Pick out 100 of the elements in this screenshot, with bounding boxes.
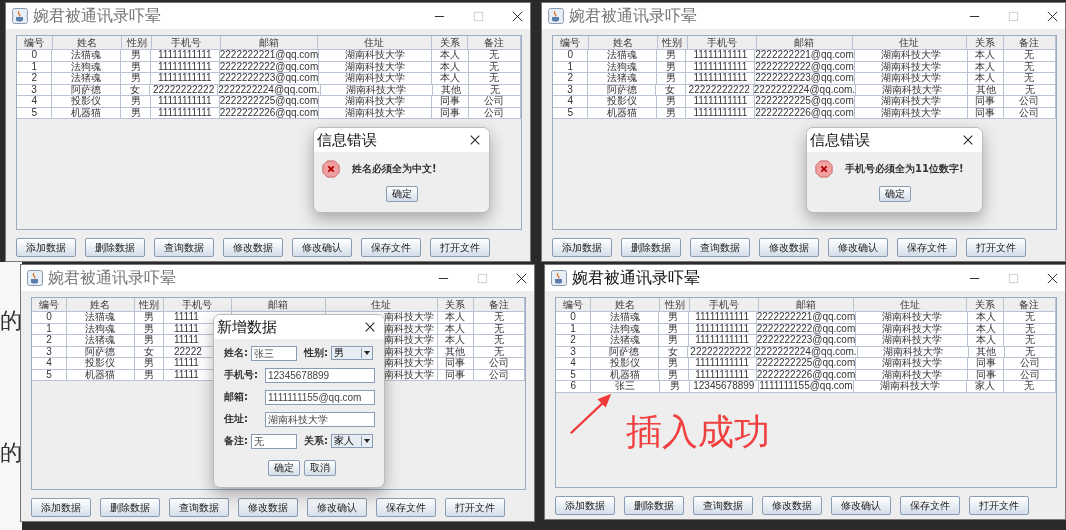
- ok-button[interactable]: 确定: [878, 186, 911, 202]
- dropdown[interactable]: 男: [331, 346, 373, 360]
- input-field[interactable]: 张三: [251, 345, 297, 361]
- action-button[interactable]: 添加数据: [552, 238, 612, 257]
- ok-button[interactable]: 确定: [385, 186, 418, 202]
- table-cell: 5: [553, 107, 589, 119]
- action-button[interactable]: 修改数据: [223, 238, 283, 257]
- action-button[interactable]: 添加数据: [31, 498, 91, 517]
- table-cell: 湖南科技大学: [854, 107, 968, 119]
- action-button[interactable]: 保存文件: [897, 238, 957, 257]
- field-label: 备注:: [224, 435, 248, 447]
- table-cell: 11111111111: [686, 96, 756, 108]
- action-button[interactable]: 修改确认: [831, 496, 891, 515]
- action-button[interactable]: 修改数据: [238, 498, 298, 517]
- table-cell: 本人: [968, 312, 1005, 324]
- dropdown[interactable]: 家人: [331, 434, 373, 448]
- table-cell: 家人: [967, 381, 1004, 393]
- table-cell: 男: [121, 50, 151, 62]
- table-cell: 4: [556, 358, 592, 370]
- table-cell: 男: [659, 358, 689, 370]
- table-cell: 投影仪: [588, 96, 658, 108]
- action-button[interactable]: 查询数据: [693, 496, 753, 515]
- table-cell: 湖南科技大学: [854, 96, 968, 108]
- action-button[interactable]: 修改确认: [292, 238, 352, 257]
- window-title: 婉君被通讯录吓晕: [48, 267, 176, 289]
- table-cell: 无: [473, 312, 525, 324]
- action-button[interactable]: 修改数据: [759, 238, 819, 257]
- input-field[interactable]: 1111111155@qq.com: [265, 389, 375, 405]
- table-cell: 2222222221@qq.com: [219, 50, 320, 62]
- table-cell: 男: [657, 50, 687, 62]
- action-button[interactable]: 打开文件: [430, 238, 490, 257]
- action-button[interactable]: 删除数据: [624, 496, 684, 515]
- table-cell: 2: [32, 335, 67, 347]
- action-button[interactable]: 打开文件: [969, 496, 1029, 515]
- table-cell: 公司: [1004, 358, 1056, 370]
- action-button[interactable]: 查询数据: [154, 238, 214, 257]
- table-cell: 公司: [473, 358, 525, 370]
- dialog-button[interactable]: 确定: [268, 460, 300, 476]
- table-cell: 11111111111: [686, 107, 756, 119]
- table-cell: 湖南科技大学: [319, 73, 433, 85]
- close-icon[interactable]: [511, 9, 524, 23]
- action-button[interactable]: 添加数据: [16, 238, 76, 257]
- table-cell: 本人: [967, 73, 1004, 85]
- window-title: 婉君被通讯录吓晕: [569, 5, 697, 27]
- input-field[interactable]: 无: [251, 433, 297, 449]
- caret-icon[interactable]: [361, 348, 372, 358]
- close-icon[interactable]: [469, 134, 481, 146]
- table-cell: 2222222225@qq.com: [755, 96, 855, 108]
- table-cell: 男: [134, 312, 164, 324]
- table-cell: 男: [134, 369, 164, 381]
- table-cell: 本人: [967, 50, 1004, 62]
- table-cell: 男: [660, 381, 690, 393]
- action-button[interactable]: 修改确认: [828, 238, 888, 257]
- dialog-title: 信息错误: [810, 130, 870, 150]
- error-icon: [815, 160, 833, 178]
- table-cell: 法猪魂: [588, 73, 658, 85]
- table-cell: 1111111155@qq.com: [758, 381, 855, 393]
- table-cell: 本人: [968, 335, 1005, 347]
- close-icon[interactable]: [1046, 9, 1059, 23]
- caret-icon[interactable]: [361, 436, 372, 446]
- input-field[interactable]: 湖南科技大学: [265, 411, 375, 427]
- action-button[interactable]: 保存文件: [376, 498, 436, 517]
- table-cell: 同事: [968, 358, 1005, 370]
- close-icon[interactable]: [515, 271, 528, 285]
- action-button[interactable]: 删除数据: [85, 238, 145, 257]
- cup-icon: [27, 270, 43, 286]
- table-cell: 公司: [1003, 96, 1056, 108]
- action-button[interactable]: 修改数据: [762, 496, 822, 515]
- table-cell: 2222222226@qq.com: [219, 107, 320, 119]
- table-cell: 无: [468, 73, 521, 85]
- action-button[interactable]: 保存文件: [900, 496, 960, 515]
- close-icon[interactable]: [962, 134, 974, 146]
- action-button[interactable]: 删除数据: [100, 498, 160, 517]
- action-button[interactable]: 添加数据: [555, 496, 615, 515]
- window-title: 婉君被通讯录吓晕: [572, 267, 700, 289]
- action-button[interactable]: 修改确认: [307, 498, 367, 517]
- table-cell: 公司: [468, 96, 521, 108]
- annotation-text: 插入成功: [626, 414, 770, 450]
- action-button[interactable]: 查询数据: [690, 238, 750, 257]
- table-cell: 湖南科技大学: [854, 50, 968, 62]
- table-cell: 湖南科技大学: [319, 96, 433, 108]
- input-field[interactable]: 12345678899: [265, 367, 375, 383]
- table-cell: 机器猫: [52, 107, 122, 119]
- table-cell: 11111111111: [150, 107, 220, 119]
- field-label: 性别:: [304, 347, 328, 359]
- background-text: 的: [0, 310, 22, 332]
- action-button[interactable]: 打开文件: [966, 238, 1026, 257]
- close-icon[interactable]: [1046, 271, 1059, 285]
- action-button[interactable]: 删除数据: [621, 238, 681, 257]
- table-cell: 0: [32, 312, 67, 324]
- action-button[interactable]: 查询数据: [169, 498, 229, 517]
- table-cell: 法猪魂: [52, 73, 122, 85]
- action-button[interactable]: 打开文件: [445, 498, 505, 517]
- table-cell: 2222222223@qq.com: [755, 73, 855, 85]
- table-cell: 4: [32, 358, 67, 370]
- close-icon[interactable]: [364, 321, 376, 333]
- table-cell: 2222222221@qq.com: [755, 50, 855, 62]
- table-cell: 无: [473, 335, 525, 347]
- dialog-button[interactable]: 取消: [304, 460, 336, 476]
- action-button[interactable]: 保存文件: [361, 238, 421, 257]
